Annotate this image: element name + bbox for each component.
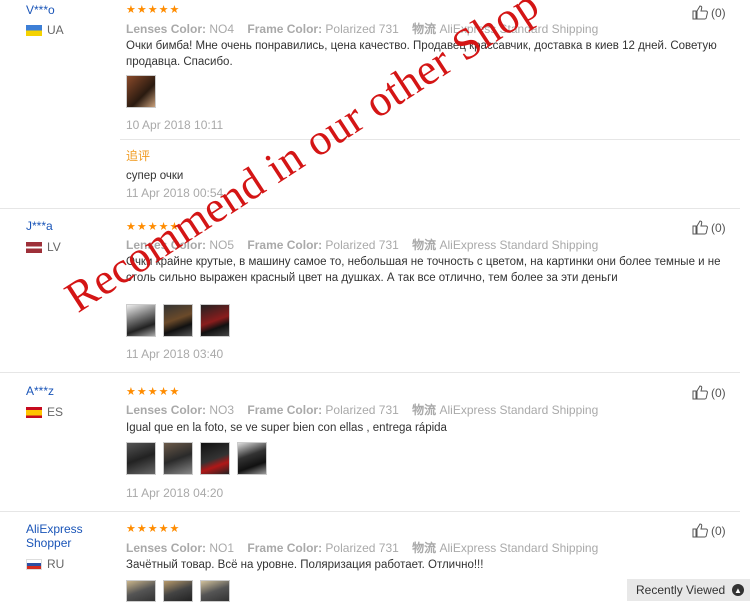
recently-viewed-label: Recently Viewed (636, 583, 726, 597)
reviewer-name[interactable]: AliExpress Shopper (26, 522, 96, 550)
star-rating: ★★★★★ (126, 523, 181, 535)
review-date: 11 Apr 2018 04:20 (126, 486, 224, 500)
review-text: Igual que en la foto, se ve super bien c… (126, 422, 447, 434)
star-rating: ★★★★★ (126, 386, 181, 398)
review-photo[interactable] (163, 580, 193, 602)
helpful-count: (0) (711, 5, 726, 20)
review-photo[interactable] (237, 442, 267, 475)
helpful-button[interactable]: (0) (692, 220, 726, 235)
review-photos (126, 580, 230, 602)
review-photo[interactable] (163, 304, 193, 337)
latvia-flag-icon (26, 241, 42, 253)
review-date: 10 Apr 2018 10:11 (126, 118, 224, 132)
review-photos (126, 75, 156, 108)
review-photos (126, 442, 267, 475)
review-photo[interactable] (126, 442, 156, 475)
divider (0, 511, 740, 512)
thumbs-up-icon (692, 385, 708, 400)
helpful-button[interactable]: (0) (692, 385, 726, 400)
recently-viewed-tab[interactable]: Recently Viewed ▲ (627, 579, 750, 601)
review-photo[interactable] (200, 304, 230, 337)
helpful-count: (0) (711, 385, 726, 400)
divider (0, 372, 740, 373)
review-date: 11 Apr 2018 03:40 (126, 347, 224, 361)
reviewer-country: LV (26, 240, 61, 254)
ukraine-flag-icon (26, 24, 42, 36)
helpful-button[interactable]: (0) (692, 5, 726, 20)
review-text: Очки крайне крутые, в машину самое то, н… (126, 256, 721, 284)
reviewer-name[interactable]: V***o (26, 3, 55, 17)
review-attributes: Lenses Color: NO3 Frame Color: Polarized… (126, 403, 599, 417)
thumbs-up-icon (692, 5, 708, 20)
star-rating: ★★★★★ (126, 4, 181, 16)
review-photo[interactable] (126, 75, 156, 108)
review-photo[interactable] (126, 304, 156, 337)
divider (0, 208, 740, 209)
divider (120, 139, 740, 140)
thumbs-up-icon (692, 220, 708, 235)
reviewer-country: RU (26, 557, 64, 571)
reviewer-country: UA (26, 23, 64, 37)
thumbs-up-icon (692, 523, 708, 538)
helpful-count: (0) (711, 220, 726, 235)
review-photo[interactable] (163, 442, 193, 475)
additional-feedback-label: 追评 (126, 149, 151, 163)
review-attributes: Lenses Color: NO1 Frame Color: Polarized… (126, 541, 599, 555)
review-photo[interactable] (200, 442, 230, 475)
helpful-count: (0) (711, 523, 726, 538)
helpful-button[interactable]: (0) (692, 523, 726, 538)
reviewer-name[interactable]: A***z (26, 384, 54, 398)
reviewer-name[interactable]: J***a (26, 219, 53, 233)
review-photos (126, 304, 230, 337)
reviewer-country: ES (26, 405, 63, 419)
review-photo[interactable] (200, 580, 230, 602)
chevron-up-icon: ▲ (732, 584, 744, 596)
russia-flag-icon (26, 558, 42, 570)
review-photo[interactable] (126, 580, 156, 602)
spain-flag-icon (26, 406, 42, 418)
review-text: Зачётный товар. Всё на уровне. Поляризац… (126, 559, 484, 571)
